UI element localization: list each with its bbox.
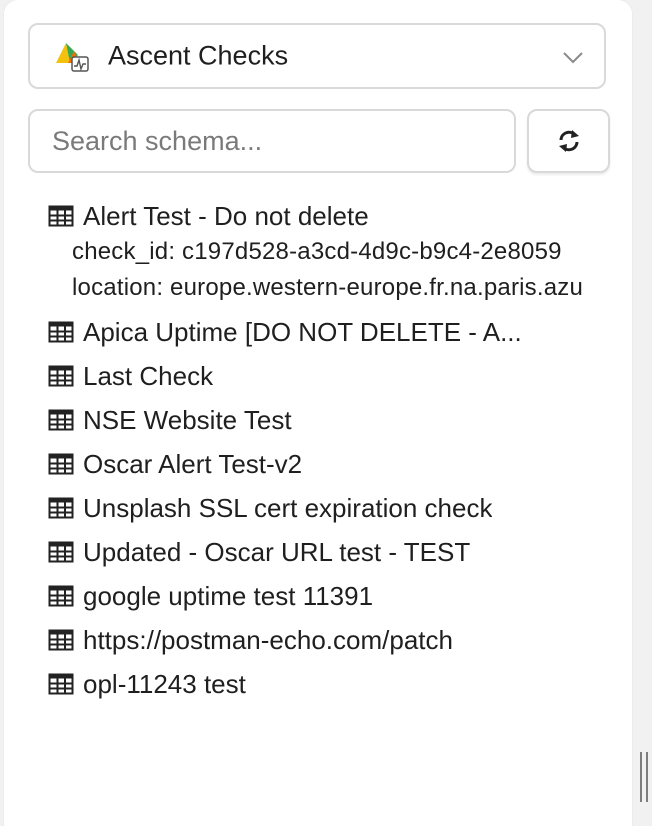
- schema-item[interactable]: https://postman-echo.com/patch: [48, 618, 610, 662]
- schema-item-label: google uptime test 11391: [83, 580, 374, 611]
- schema-item[interactable]: Alert Test - Do not delete check_id: c19…: [48, 194, 610, 310]
- schema-item-label: Updated - Oscar URL test - TEST: [83, 536, 471, 567]
- schema-item-label: Alert Test - Do not delete: [83, 200, 369, 231]
- datasource-select[interactable]: Ascent Checks: [28, 23, 606, 89]
- table-icon: [48, 541, 74, 563]
- ascent-logo-icon: [56, 43, 89, 72]
- schema-item-detail: location: europe.western-europe.fr.na.pa…: [72, 274, 584, 301]
- table-icon: [48, 585, 74, 607]
- schema-item[interactable]: Apica Uptime [DO NOT DELETE - A...: [48, 310, 610, 354]
- schema-panel: Ascent Checks Alert Te: [4, 0, 632, 826]
- table-icon: [48, 409, 74, 431]
- table-icon: [48, 629, 74, 651]
- refresh-button[interactable]: [527, 109, 610, 173]
- schema-item-detail: check_id: c197d528-a3cd-4d9c-b9c4-2e8059: [72, 238, 562, 265]
- table-icon: [48, 673, 74, 695]
- refresh-icon: [558, 130, 579, 152]
- schema-item[interactable]: NSE Website Test: [48, 398, 610, 442]
- schema-item-label: Last Check: [83, 360, 214, 391]
- schema-item[interactable]: Oscar Alert Test-v2: [48, 442, 610, 486]
- chevron-down-icon[interactable]: [562, 47, 584, 67]
- table-icon: [48, 321, 74, 343]
- table-icon: [48, 497, 74, 519]
- table-icon: [48, 453, 74, 475]
- schema-item-label: Oscar Alert Test-v2: [83, 448, 303, 479]
- schema-item[interactable]: Unsplash SSL cert expiration check: [48, 486, 610, 530]
- schema-item[interactable]: Last Check: [48, 354, 610, 398]
- schema-item-label: opl-11243 test: [83, 668, 246, 699]
- table-icon: [48, 205, 74, 227]
- schema-tree: Alert Test - Do not delete check_id: c19…: [48, 194, 610, 706]
- schema-item[interactable]: Updated - Oscar URL test - TEST: [48, 530, 610, 574]
- table-icon: [48, 365, 74, 387]
- panel-resize-handle[interactable]: [640, 752, 648, 802]
- schema-item-label: NSE Website Test: [83, 404, 292, 435]
- schema-item-label: Apica Uptime [DO NOT DELETE - A...: [83, 316, 522, 347]
- schema-item[interactable]: opl-11243 test: [48, 662, 610, 706]
- schema-item-label: Unsplash SSL cert expiration check: [83, 492, 493, 523]
- schema-item-label: https://postman-echo.com/patch: [83, 624, 453, 655]
- schema-item[interactable]: google uptime test 11391: [48, 574, 610, 618]
- datasource-name: Ascent Checks: [108, 40, 289, 71]
- search-input[interactable]: [28, 109, 516, 173]
